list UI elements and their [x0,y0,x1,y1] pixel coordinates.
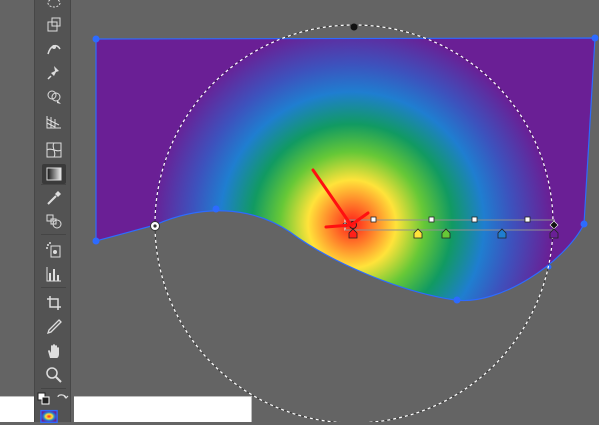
gradient-tool[interactable] [42,164,66,184]
artboard-tool[interactable] [42,293,66,313]
free-transform-tool[interactable] [42,15,66,35]
pin-icon [47,66,59,80]
gradient-icon [46,167,62,181]
lasso-tool[interactable] [42,0,66,14]
hand-icon [48,344,59,358]
eyedropper-icon [47,191,61,205]
artboard-icon [47,296,61,310]
puppet-warp-icon [47,45,61,55]
free-transform-icon [47,17,61,32]
default-fill-stroke-icon [37,392,50,405]
hand-tool[interactable] [42,341,66,361]
swap-fill-stroke[interactable] [56,392,70,406]
gradient-rotate-handle[interactable] [150,221,160,231]
slice-tool[interactable] [42,317,66,337]
artwork-svg[interactable] [0,0,599,422]
swap-fill-stroke-icon [57,394,69,399]
eyedropper-tool[interactable] [42,188,66,208]
shape-builder-icon [47,90,61,104]
gradient-midpoint [428,216,435,223]
zoom-tool[interactable] [42,365,66,385]
slice-icon [46,319,62,335]
anchor-point [212,205,220,213]
anchor-point [546,264,552,270]
shape-builder-tool[interactable] [42,87,66,107]
gradient-midpoint [370,216,377,223]
artboard-canvas[interactable] [0,0,599,422]
anchor-point [92,35,100,43]
mesh-icon [46,142,62,158]
lasso-icon [47,0,61,8]
fill-swatch[interactable] [39,409,59,423]
gradient-midpoint [471,216,478,223]
gradient-midpoint [524,216,531,223]
default-fill-stroke[interactable] [37,392,51,406]
zoom-icon [46,367,62,383]
blend-tool[interactable] [42,211,66,231]
pin-tool[interactable] [42,63,66,83]
puppet-warp-tool[interactable] [42,39,66,59]
anchor-point [580,220,588,228]
blend-icon [46,214,62,229]
perspective-grid-icon [46,116,61,129]
anchor-point [591,34,599,42]
symbol-sprayer-tool[interactable] [42,240,66,260]
bottom-document-panel [74,396,252,422]
column-graph-tool[interactable] [42,264,66,284]
perspective-grid-tool[interactable] [42,112,66,132]
gradient-aspect-handle[interactable] [350,23,358,31]
gradient-fill-swatch-icon [40,409,58,423]
anchor-point [92,237,100,245]
bottom-left-panel [0,396,34,422]
symbol-sprayer-icon [46,242,61,258]
anchor-point [453,296,461,304]
tools-panel [34,0,71,423]
mesh-tool[interactable] [42,140,66,160]
column-graph-icon [46,267,61,282]
